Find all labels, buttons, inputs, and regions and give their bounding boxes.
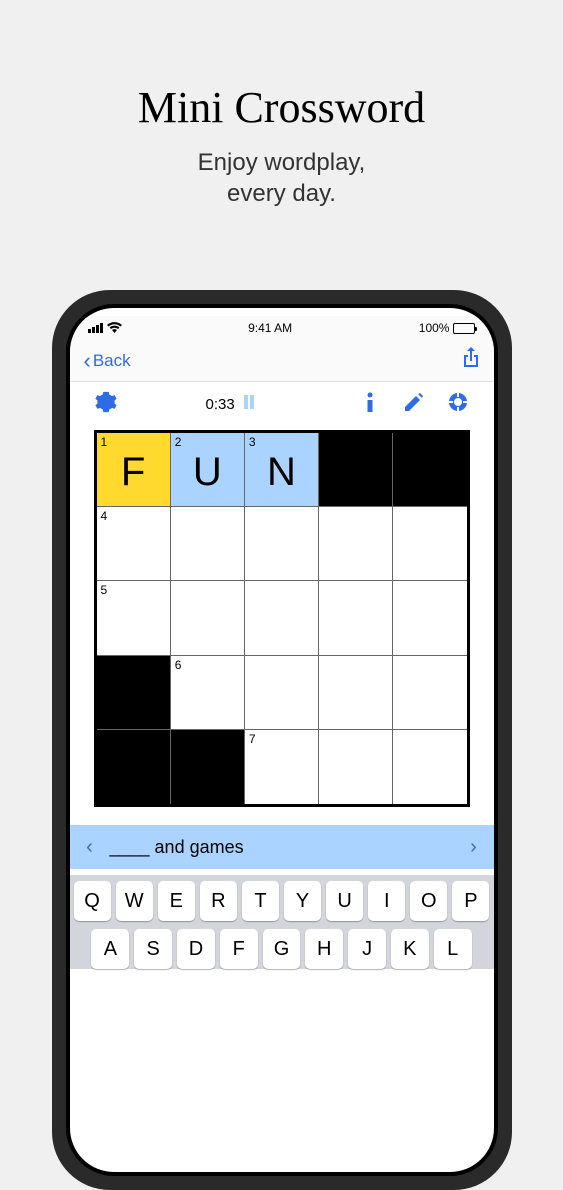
key-t[interactable]: T — [242, 881, 279, 921]
crossword-cell[interactable]: 2U — [171, 433, 245, 507]
key-q[interactable]: Q — [74, 881, 111, 921]
prev-clue-button[interactable]: ‹ — [82, 836, 98, 859]
cell-number: 4 — [101, 509, 108, 523]
cell-number: 7 — [249, 732, 256, 746]
crossword-cell[interactable] — [245, 656, 319, 730]
cell-number: 5 — [101, 583, 108, 597]
chevron-left-icon: ‹ — [84, 350, 91, 372]
key-e[interactable]: E — [158, 881, 195, 921]
timer-display: 0:33 — [206, 396, 235, 413]
lifesaver-button[interactable] — [442, 392, 474, 417]
next-clue-button[interactable]: › — [466, 836, 482, 859]
crossword-cell — [97, 656, 171, 730]
share-button[interactable] — [462, 347, 480, 374]
pencil-button[interactable] — [398, 393, 430, 416]
key-f[interactable]: F — [220, 929, 258, 969]
back-button[interactable]: ‹ Back — [84, 350, 131, 372]
settings-button[interactable] — [90, 391, 122, 418]
keyboard: QWERTYUIOP ASDFGHJKL — [70, 875, 494, 969]
crossword-cell[interactable] — [245, 507, 319, 581]
crossword-cell[interactable] — [393, 730, 466, 804]
crossword-cell[interactable]: 3N — [245, 433, 319, 507]
cell-number: 3 — [249, 435, 256, 449]
crossword-cell[interactable] — [319, 656, 393, 730]
signal-icon — [88, 323, 103, 333]
key-g[interactable]: G — [263, 929, 301, 969]
key-y[interactable]: Y — [284, 881, 321, 921]
status-bar: 9:41 AM 100% — [70, 316, 494, 340]
crossword-cell[interactable]: 7 — [245, 730, 319, 804]
key-i[interactable]: I — [368, 881, 405, 921]
crossword-cell[interactable]: 4 — [97, 507, 171, 581]
crossword-cell[interactable]: 6 — [171, 656, 245, 730]
cell-letter: U — [193, 450, 222, 495]
nav-bar: ‹ Back — [70, 340, 494, 382]
battery-indicator: 100% — [419, 321, 476, 335]
key-u[interactable]: U — [326, 881, 363, 921]
info-button[interactable] — [354, 392, 386, 417]
promo-title: Mini Crossword — [0, 0, 563, 133]
key-o[interactable]: O — [410, 881, 447, 921]
crossword-cell[interactable] — [171, 581, 245, 655]
crossword-cell[interactable] — [245, 581, 319, 655]
crossword-cell[interactable] — [319, 507, 393, 581]
cell-number: 6 — [175, 658, 182, 672]
crossword-cell[interactable]: 1F — [97, 433, 171, 507]
toolbar: 0:33 — [70, 382, 494, 426]
key-l[interactable]: L — [434, 929, 472, 969]
crossword-cell[interactable] — [393, 507, 466, 581]
crossword-cell[interactable] — [393, 581, 466, 655]
crossword-cell[interactable] — [393, 656, 466, 730]
clue-text: ____ and games — [110, 837, 454, 858]
status-time: 9:41 AM — [248, 321, 292, 335]
wifi-icon — [107, 321, 122, 336]
cell-number: 1 — [101, 435, 108, 449]
phone-screen: 9:41 AM 100% ‹ Back 0:33 — [70, 308, 494, 1172]
key-w[interactable]: W — [116, 881, 153, 921]
key-d[interactable]: D — [177, 929, 215, 969]
crossword-cell — [97, 730, 171, 804]
crossword-cell[interactable] — [319, 730, 393, 804]
key-r[interactable]: R — [200, 881, 237, 921]
key-h[interactable]: H — [305, 929, 343, 969]
crossword-cell — [393, 433, 466, 507]
key-j[interactable]: J — [348, 929, 386, 969]
key-p[interactable]: P — [452, 881, 489, 921]
key-s[interactable]: S — [134, 929, 172, 969]
key-a[interactable]: A — [91, 929, 129, 969]
crossword-grid[interactable]: 1F2U3N4567 — [94, 430, 470, 807]
crossword-cell — [171, 730, 245, 804]
crossword-cell — [319, 433, 393, 507]
phone-frame: 9:41 AM 100% ‹ Back 0:33 — [52, 290, 512, 1190]
crossword-cell[interactable] — [319, 581, 393, 655]
key-k[interactable]: K — [391, 929, 429, 969]
cell-number: 2 — [175, 435, 182, 449]
cell-letter: F — [121, 450, 145, 495]
crossword-cell[interactable]: 5 — [97, 581, 171, 655]
pause-button[interactable] — [243, 395, 255, 414]
clue-bar: ‹ ____ and games › — [70, 825, 494, 869]
crossword-cell[interactable] — [171, 507, 245, 581]
promo-subtitle: Enjoy wordplay, every day. — [0, 147, 563, 209]
cell-letter: N — [267, 450, 296, 495]
